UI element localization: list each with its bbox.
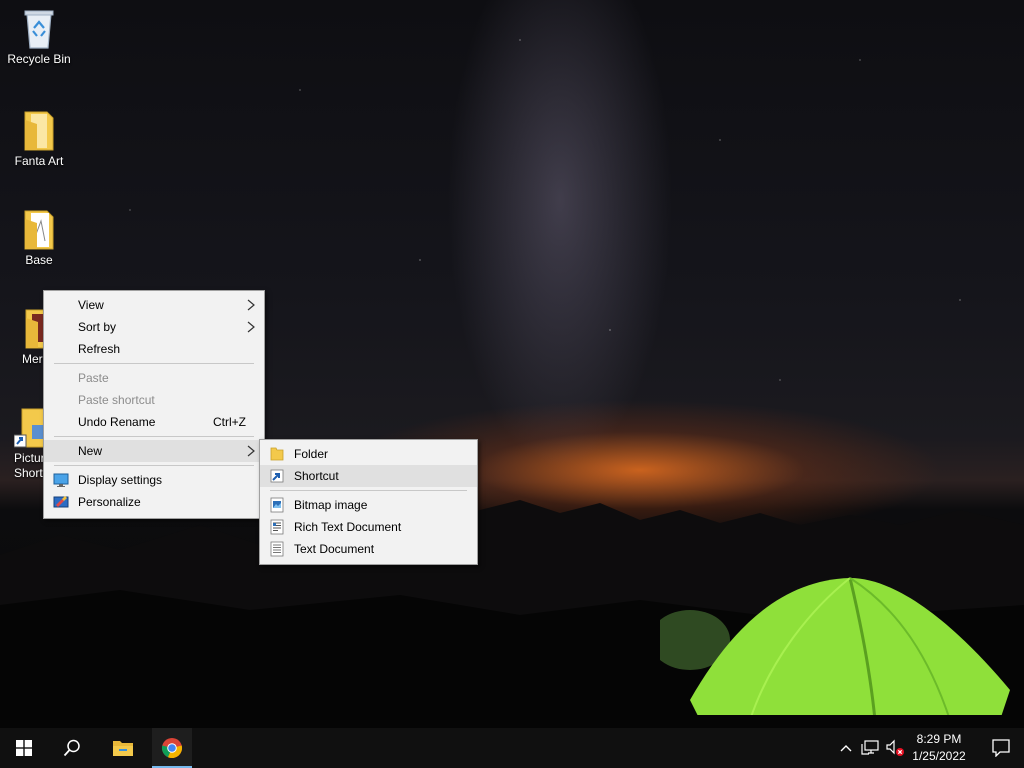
- submenu-item-shortcut[interactable]: Shortcut: [260, 465, 477, 487]
- text-document-icon: [270, 541, 284, 557]
- clock-time: 8:29 PM: [916, 732, 962, 746]
- bitmap-image-icon: [270, 497, 284, 513]
- menu-item-label: New: [78, 444, 103, 458]
- menu-item-paste-shortcut: Paste shortcut: [44, 389, 264, 411]
- menu-separator: [54, 363, 254, 364]
- menu-item-sort-by[interactable]: Sort by: [44, 316, 264, 338]
- volume-muted-icon: [886, 739, 904, 756]
- chevron-right-icon: [247, 299, 255, 311]
- menu-item-label: Shortcut: [294, 469, 339, 483]
- desktop-icon-base[interactable]: Base: [0, 207, 78, 268]
- desktop[interactable]: Recycle Bin Fanta Art Base Mer Pictur Sh…: [0, 0, 1024, 728]
- menu-item-label: Refresh: [78, 342, 121, 356]
- folder-icon: [24, 111, 54, 151]
- menu-item-personalize[interactable]: Personalize: [44, 491, 264, 513]
- new-submenu: Folder Shortcut Bitmap image Rich Text D…: [259, 439, 478, 565]
- chrome-icon: [161, 738, 183, 759]
- recycle-bin-icon: [24, 10, 54, 49]
- desktop-icon-recycle-bin[interactable]: Recycle Bin: [0, 6, 78, 67]
- tray-volume-button[interactable]: [882, 728, 906, 768]
- menu-item-label: Text Document: [294, 542, 375, 556]
- chevron-right-icon: [247, 445, 255, 457]
- menu-item-label: Paste shortcut: [78, 393, 155, 407]
- chevron-right-icon: [247, 321, 255, 333]
- menu-separator: [270, 490, 467, 491]
- menu-item-view[interactable]: View: [44, 294, 264, 316]
- tray-clock[interactable]: 8:29 PM 1/25/2022: [906, 728, 972, 768]
- folder-icon: [24, 210, 54, 250]
- menu-item-undo-rename[interactable]: Undo Rename Ctrl+Z: [44, 411, 264, 433]
- tray-network-button[interactable]: [858, 728, 882, 768]
- menu-separator: [54, 465, 254, 466]
- taskbar-chrome[interactable]: [152, 728, 192, 768]
- menu-separator: [54, 436, 254, 437]
- submenu-item-folder[interactable]: Folder: [260, 443, 477, 465]
- search-icon: [63, 739, 80, 757]
- action-center-button[interactable]: [978, 728, 1024, 768]
- menu-item-label: Folder: [294, 447, 329, 461]
- menu-item-label: Personalize: [78, 495, 141, 509]
- desktop-icon-label: Fanta Art: [14, 154, 64, 168]
- wallpaper-tent: [660, 577, 1024, 728]
- chevron-up-icon: [840, 745, 852, 752]
- menu-item-label: Undo Rename: [78, 415, 156, 429]
- start-button[interactable]: [0, 728, 48, 768]
- menu-item-label: Display settings: [78, 473, 163, 487]
- menu-item-label: Rich Text Document: [294, 520, 402, 534]
- submenu-item-rich-text-document[interactable]: Rich Text Document: [260, 516, 477, 538]
- submenu-item-text-document[interactable]: Text Document: [260, 538, 477, 560]
- menu-item-new[interactable]: New: [44, 440, 264, 462]
- personalize-icon: [53, 496, 69, 508]
- display-settings-icon: [53, 473, 69, 487]
- menu-item-label: Sort by: [78, 320, 117, 334]
- desktop-context-menu: View Sort by Refresh Paste Paste shortcu…: [43, 290, 265, 519]
- shortcut-icon: [270, 469, 284, 483]
- menu-item-shortcut-key: Ctrl+Z: [213, 415, 246, 429]
- file-explorer-icon: [113, 741, 133, 756]
- notification-icon: [992, 739, 1010, 757]
- desktop-icon-fanta-art[interactable]: Fanta Art: [0, 108, 78, 169]
- submenu-item-bitmap-image[interactable]: Bitmap image: [260, 494, 477, 516]
- menu-item-paste: Paste: [44, 367, 264, 389]
- windows-logo-icon: [16, 740, 32, 756]
- search-button[interactable]: [48, 728, 96, 768]
- taskbar-file-explorer[interactable]: [100, 728, 146, 768]
- menu-item-label: Bitmap image: [294, 498, 368, 512]
- desktop-icon-label: Base: [25, 253, 53, 267]
- menu-item-label: View: [78, 298, 104, 312]
- network-icon: [861, 740, 879, 755]
- clock-date: 1/25/2022: [912, 749, 966, 763]
- folder-icon: [270, 447, 284, 461]
- rich-text-document-icon: [270, 519, 284, 535]
- menu-item-display-settings[interactable]: Display settings: [44, 469, 264, 491]
- tray-overflow-button[interactable]: [836, 728, 856, 768]
- menu-item-refresh[interactable]: Refresh: [44, 338, 264, 360]
- desktop-icon-label: Recycle Bin: [7, 52, 71, 66]
- taskbar: 8:29 PM 1/25/2022: [0, 728, 1024, 768]
- menu-item-label: Paste: [78, 371, 109, 385]
